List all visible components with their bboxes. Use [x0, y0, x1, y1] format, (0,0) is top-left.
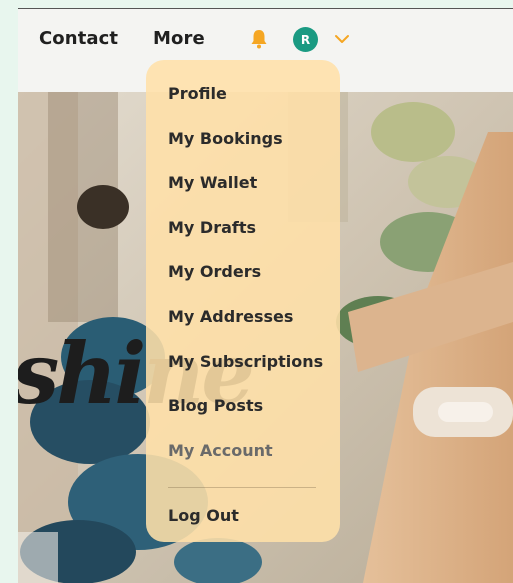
menu-item-log-out[interactable]: Log Out — [146, 504, 340, 549]
nav-more-link[interactable]: More — [153, 28, 205, 49]
menu-item-my-drafts[interactable]: My Drafts — [146, 216, 340, 261]
menu-item-my-subscriptions[interactable]: My Subscriptions — [146, 350, 340, 395]
menu-divider — [168, 487, 316, 489]
menu-item-profile[interactable]: Profile — [146, 82, 340, 127]
menu-item-my-orders[interactable]: My Orders — [146, 260, 340, 305]
nav-contact-link[interactable]: Contact — [39, 28, 118, 49]
bell-icon[interactable] — [250, 29, 268, 49]
menu-item-my-account[interactable]: My Account — [146, 439, 340, 484]
account-dropdown-menu: Profile My Bookings My Wallet My Drafts … — [146, 60, 340, 542]
chevron-down-icon[interactable] — [333, 31, 351, 45]
menu-item-my-wallet[interactable]: My Wallet — [146, 171, 340, 216]
menu-item-my-bookings[interactable]: My Bookings — [146, 127, 340, 172]
menu-item-blog-posts[interactable]: Blog Posts — [146, 394, 340, 439]
menu-item-my-addresses[interactable]: My Addresses — [146, 305, 340, 350]
avatar[interactable]: R — [293, 27, 318, 52]
